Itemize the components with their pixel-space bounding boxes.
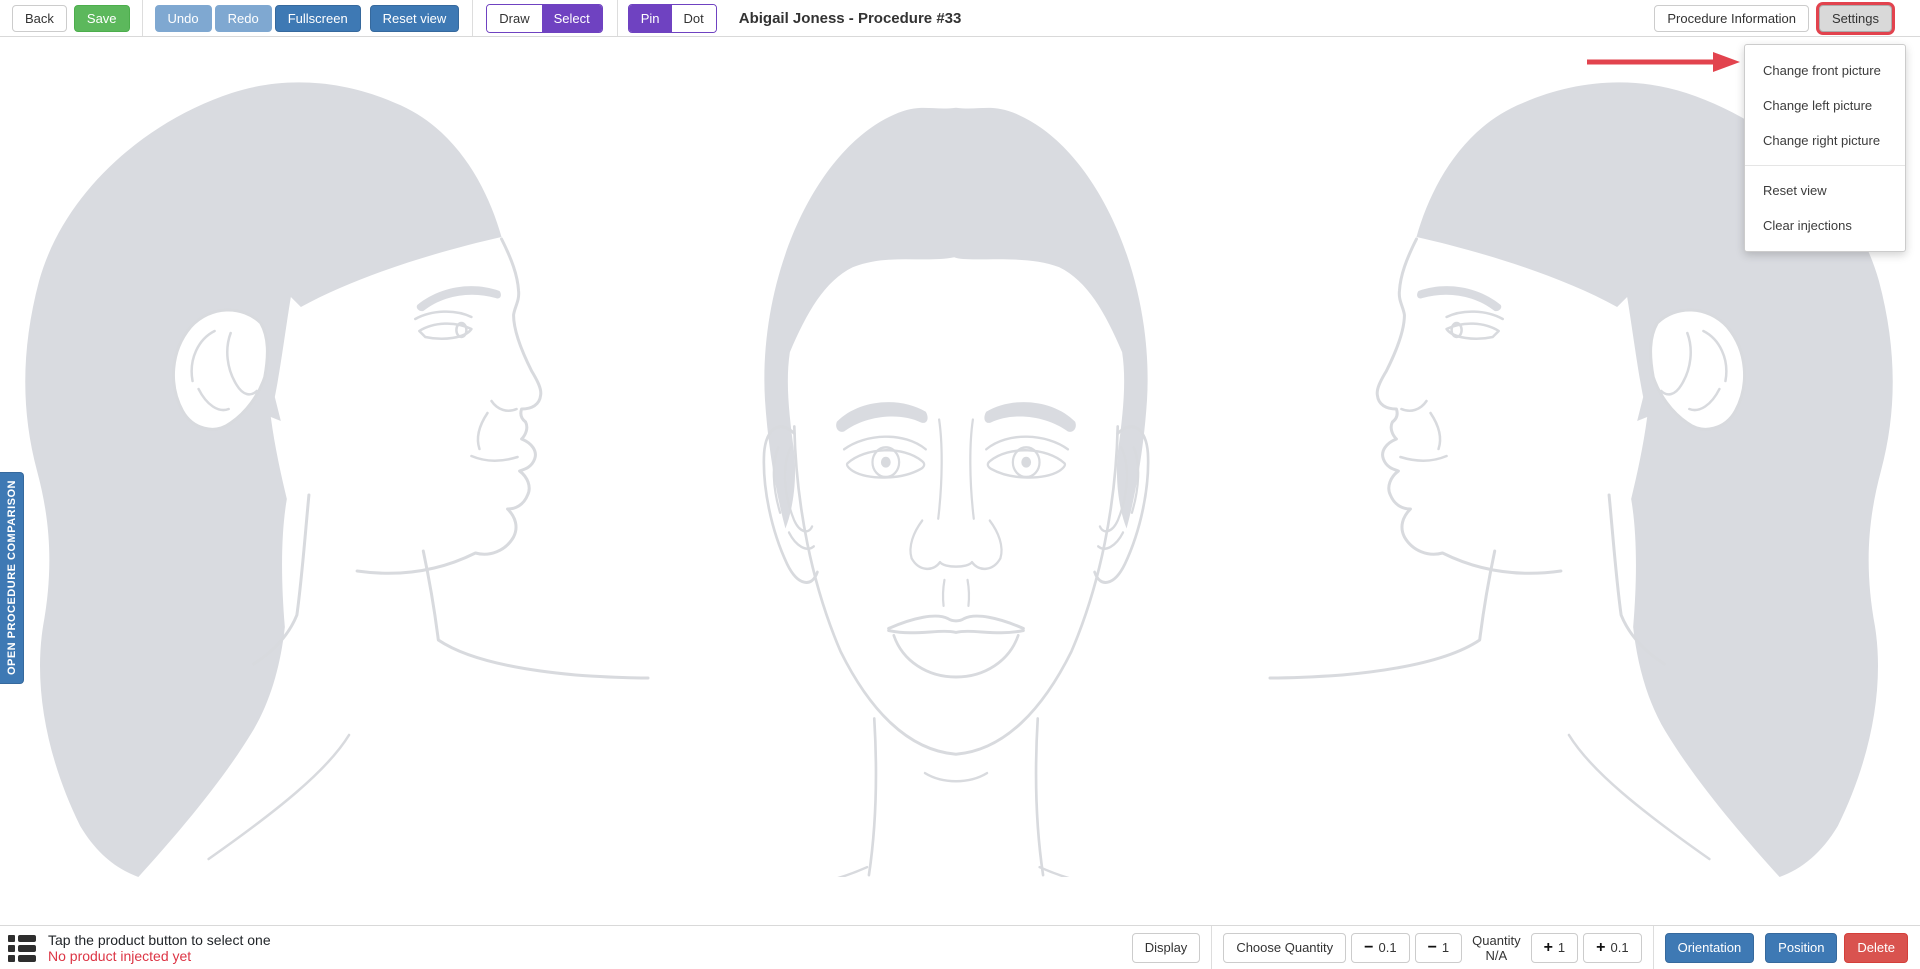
bottom-toolbar: Tap the product button to select one No … [0,925,1920,969]
increase-0.1-button[interactable]: + 0.1 [1583,933,1641,963]
left-profile-sketch[interactable] [18,79,650,879]
decrease-0.1-button[interactable]: − 0.1 [1351,933,1409,963]
reset-view-button[interactable]: Reset view [370,5,460,32]
menu-item-change-front-picture[interactable]: Change front picture [1745,53,1905,88]
open-procedure-comparison-tab[interactable]: OPEN PROCEDURE COMPARISON [0,472,24,684]
red-annotation-arrow-icon [1584,49,1742,75]
quantity-readout: Quantity N/A [1472,933,1520,963]
front-face-sketch[interactable] [725,85,1187,877]
top-toolbar: Back Save Undo Redo Fullscreen Reset vie… [0,0,1920,37]
divider [142,0,143,36]
divider [1653,926,1654,969]
select-toggle-button[interactable]: Select [542,5,602,32]
pin-dot-toggle: Pin Dot [628,4,717,33]
procedure-information-button[interactable]: Procedure Information [1654,5,1809,32]
dot-toggle-button[interactable]: Dot [672,5,716,32]
orientation-button[interactable]: Orientation [1665,933,1755,963]
draw-select-toggle: Draw Select [486,4,602,33]
injection-canvas[interactable] [0,37,1920,925]
draw-toggle-button[interactable]: Draw [487,5,541,32]
pin-toggle-button[interactable]: Pin [629,5,672,32]
quantity-value: N/A [1486,948,1508,963]
divider [617,0,618,36]
display-button[interactable]: Display [1132,933,1201,963]
procedure-app: Back Save Undo Redo Fullscreen Reset vie… [0,0,1920,969]
decrease-1-button[interactable]: − 1 [1415,933,1463,963]
plus-icon: + [1544,940,1553,956]
step-value: 0.1 [1379,940,1397,955]
page-title: Abigail Joness - Procedure #33 [739,10,962,27]
open-procedure-comparison-label: OPEN PROCEDURE COMPARISON [6,480,18,675]
step-value: 1 [1442,940,1449,955]
increase-1-button[interactable]: + 1 [1531,933,1579,963]
step-value: 1 [1558,940,1565,955]
undo-button[interactable]: Undo [155,5,212,32]
menu-item-change-left-picture[interactable]: Change left picture [1745,88,1905,123]
settings-dropdown-menu: Change front picture Change left picture… [1744,44,1906,252]
redo-button[interactable]: Redo [215,5,272,32]
quantity-label: Quantity [1472,933,1520,948]
plus-icon: + [1596,940,1605,956]
menu-item-clear-injections[interactable]: Clear injections [1745,208,1905,243]
minus-icon: − [1364,940,1373,956]
save-button[interactable]: Save [74,5,130,32]
product-hint-text: Tap the product button to select one [48,932,271,948]
step-value: 0.1 [1611,940,1629,955]
menu-item-change-right-picture[interactable]: Change right picture [1745,123,1905,158]
divider [1211,926,1212,969]
fullscreen-button[interactable]: Fullscreen [275,5,361,32]
position-button[interactable]: Position [1765,933,1837,963]
menu-divider [1745,165,1905,166]
no-product-warning-text: No product injected yet [48,948,271,964]
settings-button[interactable]: Settings [1819,5,1892,32]
menu-item-reset-view[interactable]: Reset view [1745,173,1905,208]
product-list-icon[interactable] [8,934,36,962]
choose-quantity-button[interactable]: Choose Quantity [1223,933,1346,963]
delete-button[interactable]: Delete [1844,933,1908,963]
divider [472,0,473,36]
product-status: Tap the product button to select one No … [48,932,271,964]
minus-icon: − [1428,940,1437,956]
back-button[interactable]: Back [12,5,67,32]
